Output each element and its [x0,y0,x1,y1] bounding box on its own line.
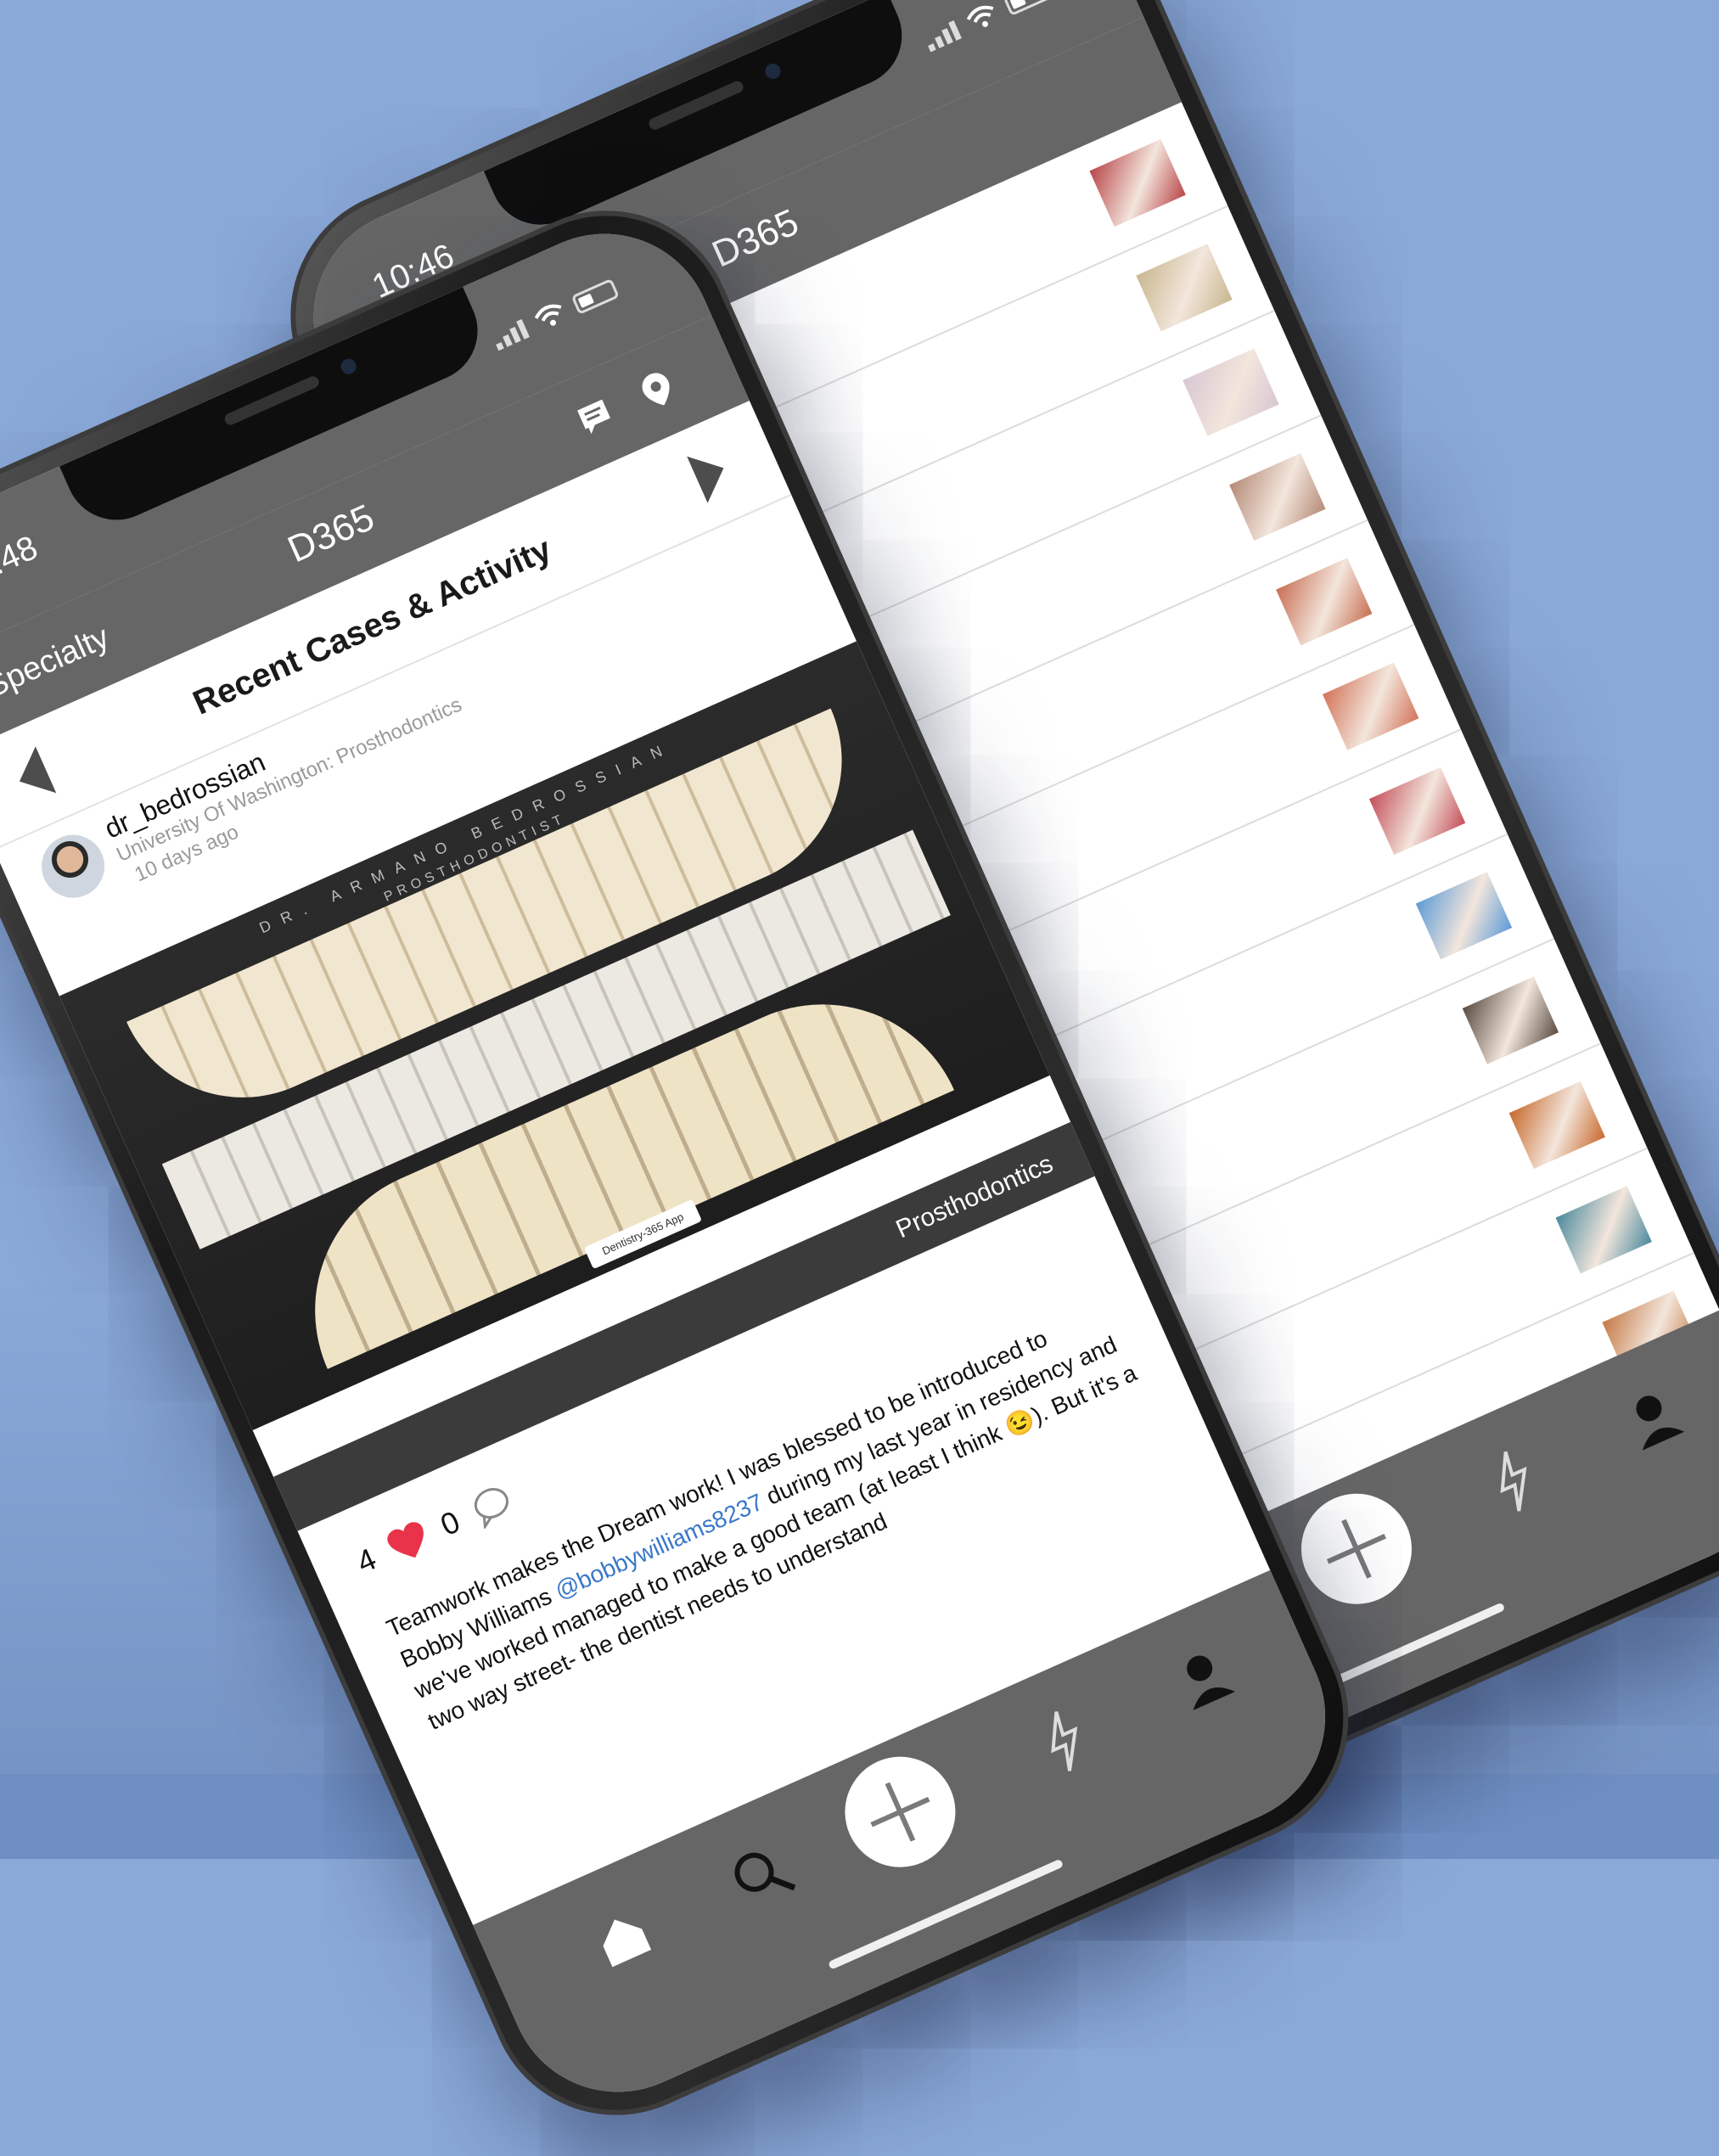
speaker [222,374,321,427]
comment-bubble-icon[interactable] [466,1480,517,1530]
status-icons [922,0,1052,53]
post-thumbnail[interactable] [1368,766,1466,856]
battery-icon [570,278,620,315]
status-icons [490,277,620,351]
battery-icon [1003,0,1052,17]
comment-count: 0 [435,1503,465,1543]
post-thumbnail[interactable] [1089,138,1186,227]
post-thumbnail[interactable] [1508,1081,1605,1170]
post-thumbnail[interactable] [1462,976,1559,1064]
signal-icon [923,20,962,53]
post-thumbnail[interactable] [1229,452,1326,542]
speaker [647,79,745,132]
profile-icon[interactable] [1603,1368,1704,1469]
specialty-tag[interactable]: Prosthodontics [892,1149,1058,1244]
home-indicator [828,1858,1065,1970]
status-time: 10:48 [0,528,43,598]
post-thumbnail[interactable] [1415,872,1513,960]
add-post-button[interactable] [827,1738,974,1885]
post-thumbnail[interactable] [1136,244,1233,332]
camera [338,356,359,377]
lightning-icon[interactable] [1463,1430,1565,1531]
post-thumbnail[interactable] [1183,348,1279,436]
wifi-icon [966,5,994,27]
profile-icon[interactable] [1154,1628,1255,1729]
post-image[interactable]: DR. ARMANO BEDROSSIAN PROSTHODONTIST Den… [59,641,1050,1431]
search-icon[interactable] [711,1825,812,1926]
lightning-icon[interactable] [1014,1690,1115,1791]
wifi-icon [534,304,562,326]
home-icon[interactable] [572,1887,673,1988]
like-count: 4 [351,1541,382,1581]
post-thumbnail[interactable] [1323,662,1419,750]
heart-icon[interactable] [382,1517,435,1568]
avatar[interactable] [31,824,115,908]
camera [762,60,784,81]
signal-icon [491,318,530,351]
post-thumbnail[interactable] [1276,558,1373,646]
post-thumbnail[interactable] [1555,1186,1652,1274]
